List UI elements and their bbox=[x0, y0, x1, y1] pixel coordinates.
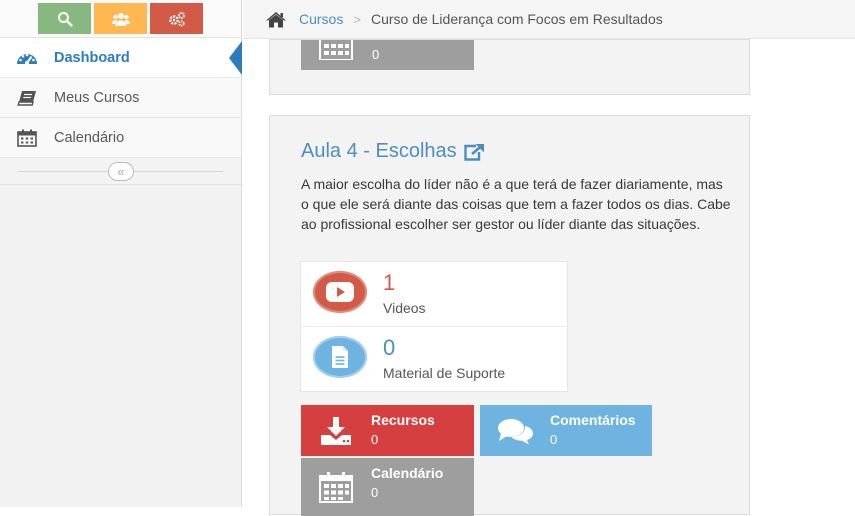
calendario-tile[interactable]: Calendário 0 bbox=[301, 458, 474, 516]
lesson-title: Aula 4 - Escolhas bbox=[301, 140, 457, 162]
calendar-tile[interactable]: 0 bbox=[301, 40, 474, 70]
stat-material-suporte[interactable]: 0 Material de Suporte bbox=[301, 327, 567, 391]
dashboard-icon bbox=[0, 50, 54, 66]
sidebar-item-calendario[interactable]: Calendário bbox=[0, 118, 241, 158]
lesson-title-link[interactable]: Aula 4 - Escolhas bbox=[301, 140, 485, 163]
tile-count: 0 bbox=[550, 432, 558, 447]
sidebar-item-meus-cursos[interactable]: Meus Cursos bbox=[0, 78, 241, 118]
sidebar: Dashboard Meus Cursos Calendário « bbox=[0, 0, 242, 507]
recursos-tile[interactable]: Recursos 0 bbox=[301, 405, 474, 456]
tile-count: 0 bbox=[371, 485, 379, 500]
sidebar-item-label: Dashboard bbox=[54, 49, 130, 66]
calendar-icon bbox=[0, 129, 54, 147]
sidebar-item-label: Meus Cursos bbox=[54, 89, 140, 106]
comments-icon bbox=[480, 405, 550, 456]
sidebar-item-dashboard[interactable]: Dashboard bbox=[0, 38, 242, 78]
lesson-description: A maior escolha do líder não é a que ter… bbox=[301, 176, 731, 232]
tile-title: Recursos bbox=[371, 412, 435, 428]
breadcrumb-separator: > bbox=[353, 11, 361, 27]
search-shortcut-button[interactable] bbox=[38, 3, 91, 34]
stat-videos[interactable]: 1 Videos bbox=[301, 262, 567, 327]
tile-count: 0 bbox=[371, 432, 379, 447]
settings-shortcut-button[interactable] bbox=[150, 3, 203, 34]
videos-count: 1 bbox=[383, 270, 396, 295]
sidebar-collapse-row: « bbox=[0, 158, 241, 185]
search-icon bbox=[57, 11, 73, 27]
calendar-icon bbox=[301, 458, 371, 516]
comentarios-tile[interactable]: Comentários 0 bbox=[480, 405, 652, 456]
breadcrumb-current: Curso de Liderança com Focos em Resultad… bbox=[370, 11, 663, 27]
external-link-icon bbox=[463, 143, 484, 161]
sidebar-shortcuts bbox=[0, 0, 241, 38]
lesson-stats: 1 Videos 0 Material de Suporte bbox=[300, 261, 568, 392]
lesson-card-previous: 0 bbox=[269, 39, 750, 95]
sidebar-item-label: Calendário bbox=[54, 129, 125, 146]
download-icon bbox=[301, 405, 371, 456]
book-icon bbox=[0, 90, 54, 106]
material-label: Material de Suporte bbox=[383, 365, 506, 381]
users-icon bbox=[111, 12, 130, 26]
home-icon[interactable] bbox=[265, 11, 287, 28]
users-shortcut-button[interactable] bbox=[94, 3, 147, 34]
breadcrumb-link-cursos[interactable]: Cursos bbox=[299, 11, 343, 27]
tile-count: 0 bbox=[372, 47, 380, 62]
document-icon bbox=[313, 336, 367, 378]
videos-label: Videos bbox=[383, 300, 426, 316]
lesson-card: Aula 4 - Escolhas A maior escolha do líd… bbox=[269, 115, 750, 516]
cogs-icon bbox=[168, 11, 185, 27]
tile-title: Comentários bbox=[550, 412, 636, 428]
material-count: 0 bbox=[383, 335, 396, 360]
calendar-icon bbox=[301, 40, 371, 70]
tile-title: Calendário bbox=[371, 465, 444, 481]
youtube-play-icon bbox=[313, 271, 367, 313]
sidebar-collapse-button[interactable]: « bbox=[108, 162, 134, 181]
active-indicator bbox=[229, 41, 242, 75]
breadcrumb: Cursos > Curso de Liderança com Focos em… bbox=[243, 0, 855, 39]
